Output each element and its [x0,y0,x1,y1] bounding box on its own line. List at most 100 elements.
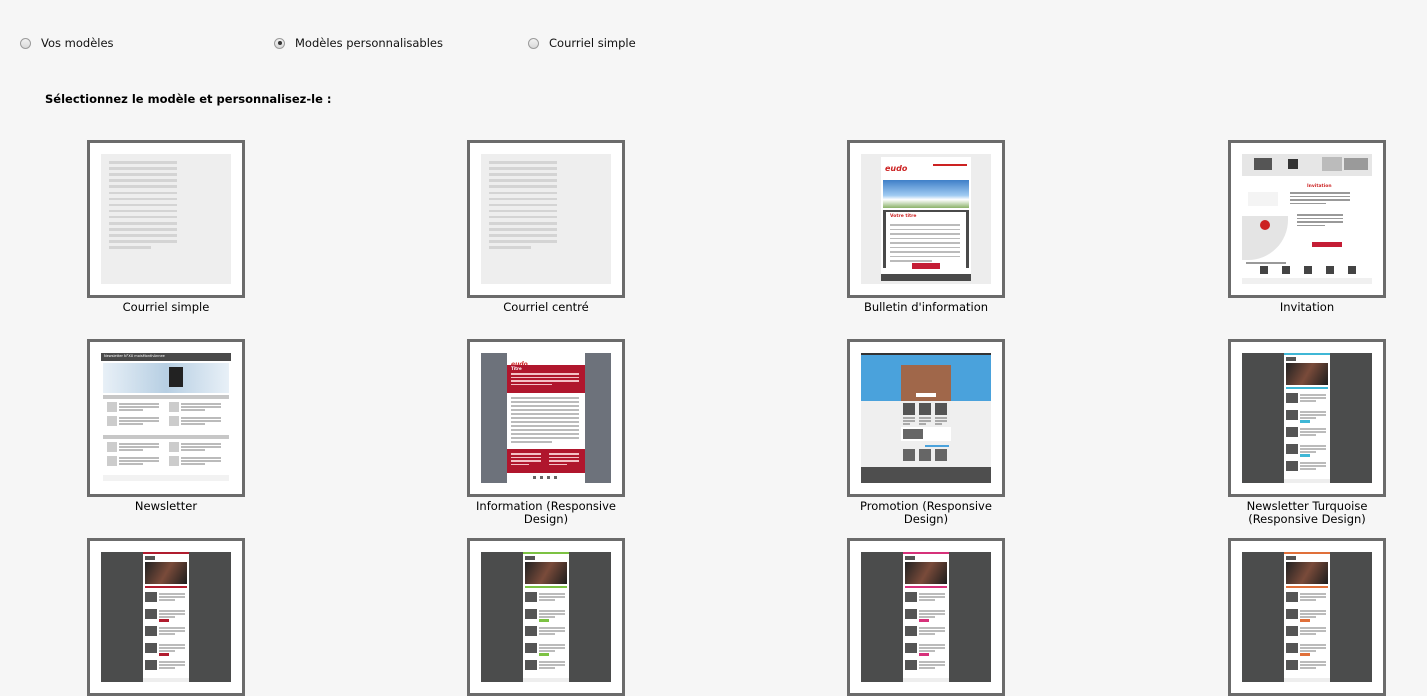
thumb-text-line [119,460,159,462]
template-card[interactable] [847,339,1005,497]
template-thumbnail [1242,552,1372,682]
section-bar [103,395,229,399]
thumb-text-line [159,610,185,612]
thumb-image [1286,643,1298,653]
template-thumbnail [861,353,991,483]
thumb-text-line [1300,596,1326,598]
radio-courriel-simple[interactable]: Courriel simple [528,36,636,50]
cta-button [1300,653,1310,656]
thumb-text-line [890,251,960,253]
thumb-text-line [181,409,205,411]
thumb-image [525,592,537,602]
thumb-text-line [109,197,177,201]
header-photo [1254,158,1272,170]
thumb-text-line [489,228,557,231]
thumb-text-line [159,616,175,618]
template-thumbnail [101,154,231,284]
thumb-text-line [109,191,177,194]
template-name-line: Bulletin d'information [863,300,989,314]
thumb-text-line [1300,613,1326,615]
template-card[interactable] [847,538,1005,696]
radio-button-checked-icon[interactable] [274,37,285,49]
template-name-line: Newsletter [134,499,198,513]
template-thumbnail [861,552,991,682]
thumb-text-line [181,423,205,425]
thumb-footer [103,475,229,481]
thumb-image [169,456,179,466]
thumb-text-line [539,667,555,669]
thumb-footer [1284,479,1330,483]
template-thumbnail: eudoTitre [481,353,611,483]
thumb-text-line [489,173,557,176]
cta-button [912,263,940,269]
thumb-text-line [903,417,915,419]
thumb-footer [523,678,569,682]
template-thumbnail: Newsletter N°XX moisMonthAnnee [101,353,231,483]
template-name-line: (Responsive Design) [1248,512,1366,526]
thumb-image [1286,609,1298,619]
radio-vos-modeles[interactable]: Vos modèles [20,36,114,50]
thumb-image [905,609,917,619]
template-name: Newsletter Turquoise (Responsive Design) [1207,500,1407,526]
template-card[interactable] [467,140,625,298]
thumb-text-line [919,420,931,422]
thumb-text-line [109,234,177,237]
thumb-label: Titre [511,366,522,371]
template-card[interactable] [1228,339,1386,497]
template-name-line: Invitation [1279,300,1335,314]
cta-button [1312,242,1342,247]
template-card[interactable]: Newsletter N°XX moisMonthAnnee [87,339,245,497]
thumb-text-line [1286,387,1328,389]
thumb-image [905,626,917,636]
thumb-text-line [159,647,185,649]
thumb-text-line [919,667,935,669]
thumb-text-line [109,240,177,243]
header-photo [1344,158,1368,170]
thumb-text-line [511,460,541,462]
template-name: Promotion (Responsive Design) [826,500,1026,526]
template-card[interactable] [467,538,625,696]
thumb-text-line [489,203,557,207]
thumb-text-line [489,197,557,201]
template-card[interactable]: eudo Votre titre [847,140,1005,298]
thumb-text-line [109,209,177,213]
thumb-footer [1284,678,1330,682]
hero-image [145,562,187,584]
thumb-image [145,609,157,619]
thumb-text-line [1300,400,1316,402]
template-card[interactable]: eudoTitre [467,339,625,497]
thumb-text-line [935,420,947,422]
radio-button-icon[interactable] [528,37,539,49]
thumb-text-line [539,616,555,618]
thumb-text-line [1300,661,1326,663]
thumb-image [1286,461,1298,471]
thumb-image [169,402,179,412]
hero-image [525,562,567,584]
social-icon [533,476,536,479]
thumb-text-line [1246,262,1286,264]
thumb-text-line [181,446,221,448]
template-card[interactable] [87,538,245,696]
thumb-text-line [539,599,555,601]
thumb-text-line [1300,428,1326,430]
thumb-text-line [511,463,529,465]
logo-image: eudo [511,355,531,368]
radio-modeles-personnalisables[interactable]: Modèles personnalisables [274,36,443,50]
thumb-text-line [489,191,557,194]
thumb-text-line [181,403,221,405]
radio-button-icon[interactable] [20,37,31,49]
template-card[interactable] [87,140,245,298]
template-name: Information (Responsive Design) [446,500,646,526]
cta-button [1300,454,1310,457]
thumb-image [525,643,537,653]
logo-image [905,556,915,560]
thumb-text-line [919,664,945,666]
thumb-text-line [539,593,565,595]
thumb-image [107,402,117,412]
logo-image [1286,357,1296,361]
thumb-text-line [539,650,555,652]
template-card[interactable] [1228,538,1386,696]
thumb-text-line [1290,192,1350,194]
template-card[interactable]: Invitation [1228,140,1386,298]
thumb-text-line [919,627,945,629]
